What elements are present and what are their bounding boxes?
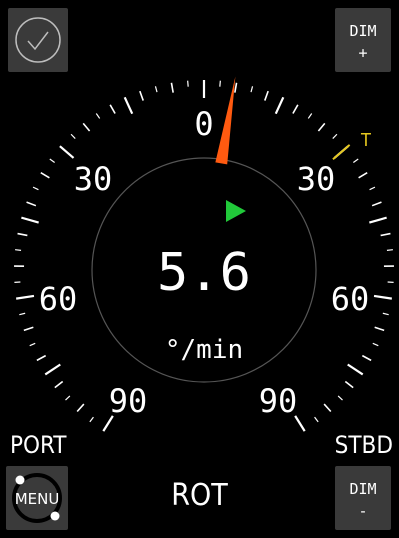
gauge-tick — [264, 90, 269, 101]
gauge-tick — [36, 354, 47, 362]
scale-label-port-60: 60 — [39, 280, 78, 318]
gauge-tick — [76, 403, 85, 413]
scale-label-stbd-30: 30 — [297, 160, 336, 198]
gauge-tick — [317, 122, 326, 132]
checkmark-circle-icon — [15, 17, 61, 63]
gauge-tick — [154, 86, 158, 93]
gauge-tick — [369, 216, 387, 224]
confirm-button[interactable] — [8, 8, 68, 72]
port-label: PORT — [10, 431, 67, 459]
gauge-tick — [337, 395, 343, 401]
gauge-tick — [26, 201, 37, 207]
gauge-tick — [382, 312, 389, 316]
mode-label: ROT — [171, 478, 228, 513]
gauge-tick — [374, 326, 385, 332]
gauge-tick — [32, 186, 39, 191]
plus-icon: + — [358, 44, 368, 62]
gauge-tick — [292, 104, 299, 114]
gauge-tick — [219, 80, 221, 87]
gauge-tick — [234, 82, 238, 93]
gauge-tick — [70, 133, 76, 139]
rot-value: 5.6 — [157, 243, 251, 303]
gauge-tick — [187, 80, 189, 87]
gauge-tick — [307, 113, 313, 119]
gauge-tick — [123, 96, 134, 115]
gauge-tick — [16, 294, 35, 300]
gauge-tick — [40, 172, 50, 179]
gauge-tick — [54, 380, 64, 389]
gauge-tick — [139, 90, 144, 101]
gauge-tick — [49, 158, 55, 164]
scale-label-port-90: 90 — [109, 382, 148, 420]
gauge-tick — [372, 342, 379, 347]
gauge-tick — [89, 416, 94, 423]
scale-label-port-30: 30 — [74, 160, 113, 198]
gauge-tick — [95, 113, 101, 119]
gauge-tick — [314, 416, 319, 423]
gauge-tick — [380, 232, 391, 237]
target-marker: T — [360, 130, 371, 151]
gauge-tick — [274, 96, 285, 115]
gauge-tick — [19, 312, 26, 316]
rot-needle — [215, 76, 236, 165]
dim-plus-button[interactable]: DIM + — [335, 8, 391, 72]
scale-label-stbd-60: 60 — [331, 280, 370, 318]
gauge-tick — [373, 294, 392, 300]
gauge-tick — [361, 354, 372, 362]
gauge-tick — [386, 249, 393, 251]
gauge-tick — [347, 363, 364, 376]
gauge-tick — [344, 380, 354, 389]
gauge-tick — [369, 186, 376, 191]
gauge-tick — [65, 395, 71, 401]
gauge-tick — [170, 82, 174, 93]
gauge-tick — [15, 249, 22, 251]
gauge-tick — [371, 201, 382, 207]
gauge-tick — [59, 145, 75, 159]
gauge-tick — [332, 133, 338, 139]
dim-plus-label: DIM — [349, 22, 377, 40]
gauge-tick — [23, 326, 34, 332]
gauge-tick — [109, 104, 116, 114]
gauge-tick — [250, 86, 254, 93]
scale-label-stbd-90: 90 — [259, 382, 298, 420]
gauge-tick — [82, 122, 91, 132]
rot-unit: °/min — [165, 335, 243, 365]
gauge-tick — [323, 403, 332, 413]
gauge-tick — [21, 216, 39, 224]
gauge-tick — [358, 172, 368, 179]
stbd-label: STBD — [334, 431, 393, 459]
gauge-tick — [44, 363, 61, 376]
turn-direction-indicator — [226, 200, 246, 222]
gauge-tick — [29, 342, 36, 347]
gauge-tick — [353, 158, 359, 164]
gauge-tick — [17, 232, 28, 237]
scale-label-0: 0 — [194, 105, 213, 143]
target-marker-line — [332, 144, 351, 160]
